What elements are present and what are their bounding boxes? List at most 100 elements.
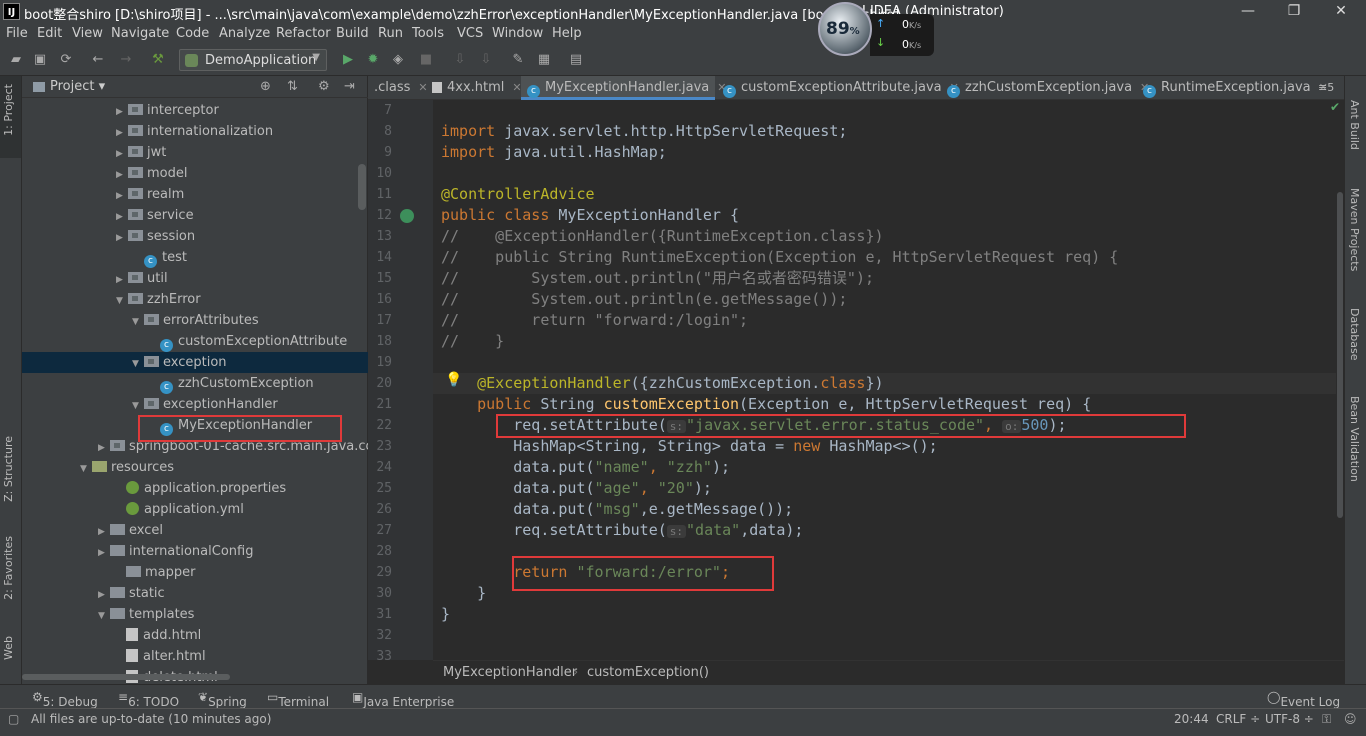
web-tool-button[interactable]: Web <box>2 636 15 660</box>
locate-target-icon[interactable]: ⊕ <box>260 79 271 94</box>
breadcrumb-class[interactable]: MyExceptionHandler <box>443 665 577 680</box>
project-tool-button[interactable]: 1: Project <box>2 84 15 136</box>
attach-debugger-icon[interactable]: ⇩ <box>452 52 468 68</box>
tab-runtimeexception[interactable]: c RuntimeException.java ✕ <box>1137 76 1328 100</box>
collapse-arrow-icon[interactable]: ▶ <box>116 123 128 144</box>
line-separator-select[interactable]: CRLF ÷ <box>1216 712 1260 726</box>
menu-edit[interactable]: Edit <box>37 26 62 41</box>
build-hammer-icon[interactable]: ⚒ <box>150 52 166 68</box>
tree-item[interactable]: ▶ realm <box>116 184 184 205</box>
lock-icon[interactable]: ⚿ <box>1322 712 1331 727</box>
tree-item[interactable]: ▶ jwt <box>116 142 166 163</box>
toggle-tool-windows-icon[interactable]: ▢ <box>8 712 19 726</box>
tree-item[interactable]: c test <box>132 247 187 268</box>
expand-arrow-icon[interactable]: ▼ <box>80 459 92 480</box>
open-folder-icon[interactable]: ▰ <box>8 52 24 68</box>
encoding-select[interactable]: UTF-8 ÷ <box>1265 712 1314 726</box>
tree-item[interactable]: ▶ excel <box>98 520 163 541</box>
tree-item[interactable]: alter.html <box>114 646 206 667</box>
tab-zzhcustomexception[interactable]: czzhCustomException.java✕ <box>941 76 1149 100</box>
save-all-icon[interactable]: ▣ <box>32 52 48 68</box>
expand-arrow-icon[interactable]: ▼ <box>98 606 110 627</box>
menu-tools[interactable]: Tools <box>412 26 444 41</box>
collapse-arrow-icon[interactable]: ▶ <box>116 207 128 228</box>
tree-item[interactable]: c zzhCustomException <box>148 373 314 394</box>
gear-icon[interactable]: ⚙ <box>318 79 330 94</box>
ant-build-tool-button[interactable]: Ant Build <box>1348 100 1361 150</box>
debug-tool-button[interactable]: ⚙ 5: Debug <box>32 690 98 709</box>
stop-icon[interactable]: ■ <box>418 52 434 68</box>
collapse-arrow-icon[interactable]: ▶ <box>98 585 110 606</box>
back-icon[interactable]: ← <box>90 52 106 68</box>
menu-build[interactable]: Build <box>336 26 369 41</box>
collapse-arrow-icon[interactable]: ▶ <box>116 102 128 123</box>
tree-item[interactable]: c customExceptionAttribute <box>148 331 347 352</box>
minimize-button[interactable]: — <box>1238 2 1258 20</box>
tree-item[interactable]: ▼ zzhError <box>116 289 201 310</box>
sync-icon[interactable]: ⟳ <box>58 52 74 68</box>
menu-help[interactable]: Help <box>552 26 582 41</box>
tree-item[interactable]: ▼ errorAttributes <box>132 310 259 331</box>
menu-analyze[interactable]: Analyze <box>219 26 270 41</box>
menu-run[interactable]: Run <box>378 26 403 41</box>
tab-class-file[interactable]: .class ✕ <box>368 76 428 100</box>
tab-4xx-html[interactable]: 4xx.html ✕ <box>426 76 522 100</box>
project-horizontal-scrollbar[interactable] <box>22 674 368 682</box>
tree-item[interactable]: ▶ service <box>116 205 194 226</box>
menu-window[interactable]: Window <box>492 26 543 41</box>
project-view-select[interactable]: Project ▾ <box>50 79 105 94</box>
tree-item[interactable]: ▶ internationalConfig <box>98 541 253 562</box>
collapse-arrow-icon[interactable]: ▶ <box>98 438 110 459</box>
forward-icon[interactable]: → <box>118 52 134 68</box>
terminal-tool-button[interactable]: ▭ Terminal <box>267 690 329 709</box>
settings-wrench-icon[interactable]: ✎ <box>510 52 526 68</box>
tree-item[interactable]: ▶ internationalization <box>116 121 273 142</box>
run-configuration-select[interactable]: DemoApplication ▼ <box>179 49 327 71</box>
collapse-arrow-icon[interactable]: ▶ <box>116 144 128 165</box>
tree-item[interactable]: add.html <box>114 625 201 646</box>
menu-code[interactable]: Code <box>176 26 209 41</box>
menu-vcs[interactable]: VCS <box>457 26 483 41</box>
menu-navigate[interactable]: Navigate <box>111 26 169 41</box>
menu-refactor[interactable]: Refactor <box>276 26 331 41</box>
collapse-arrow-icon[interactable]: ▶ <box>116 228 128 249</box>
tree-item[interactable]: ▶ model <box>116 163 187 184</box>
menu-view[interactable]: View <box>72 26 103 41</box>
structure-tool-button[interactable]: Z: Structure <box>2 436 15 502</box>
expand-arrow-icon[interactable]: ▼ <box>116 291 128 312</box>
project-vertical-scrollbar[interactable] <box>358 164 366 210</box>
editor-vertical-scrollbar[interactable] <box>1336 100 1344 660</box>
event-log-tool-button[interactable]: ◯ Event Log <box>1267 690 1340 709</box>
tree-item[interactable]: ▼ resources <box>80 457 174 478</box>
tab-customexceptionattribute[interactable]: ccustomExceptionAttribute.java✕ <box>717 76 959 100</box>
tree-item[interactable]: ▶ interceptor <box>116 100 219 121</box>
tree-item[interactable]: application.properties <box>114 478 286 499</box>
spring-tool-button[interactable]: ❦ Spring <box>198 690 247 709</box>
collapse-arrow-icon[interactable]: ▶ <box>98 522 110 543</box>
coverage-icon[interactable]: ◈ <box>390 52 406 68</box>
breadcrumb-method[interactable]: customException() <box>587 665 709 680</box>
tree-item[interactable]: ▼ exceptionHandler <box>132 394 278 415</box>
tabs-overflow-button[interactable]: ≡5 <box>1314 76 1344 100</box>
collapse-arrow-icon[interactable]: ▶ <box>116 165 128 186</box>
bean-validation-tool-button[interactable]: Bean Validation <box>1348 396 1361 482</box>
tree-item[interactable]: ▶ static <box>98 583 165 604</box>
close-button[interactable]: ✕ <box>1331 2 1351 20</box>
tree-item[interactable]: mapper <box>114 562 195 583</box>
todo-tool-button[interactable]: ≡ 6: TODO <box>118 690 179 709</box>
code-editor[interactable]: 💡 import javax.servlet.http.HttpServletR… <box>433 100 1336 660</box>
maven-projects-tool-button[interactable]: Maven Projects <box>1348 188 1361 271</box>
tree-item[interactable]: ▶ util <box>116 268 168 289</box>
run-icon[interactable]: ▶ <box>340 52 356 68</box>
tree-item[interactable]: ▶ session <box>116 226 195 247</box>
expand-arrow-icon[interactable]: ▼ <box>132 312 144 333</box>
tree-item[interactable]: application.yml <box>114 499 244 520</box>
expand-arrow-icon[interactable]: ▼ <box>132 396 144 417</box>
hide-panel-icon[interactable]: ⇥ <box>344 79 355 94</box>
collapse-arrow-icon[interactable]: ▶ <box>116 186 128 207</box>
tree-item[interactable]: ▼ templates <box>98 604 194 625</box>
tree-item[interactable]: ▼ exception <box>132 352 227 373</box>
project-structure-icon[interactable]: ▦ <box>536 52 552 68</box>
debug-icon[interactable]: ✹ <box>365 52 381 68</box>
collapse-all-icon[interactable]: ⇅ <box>287 79 298 94</box>
